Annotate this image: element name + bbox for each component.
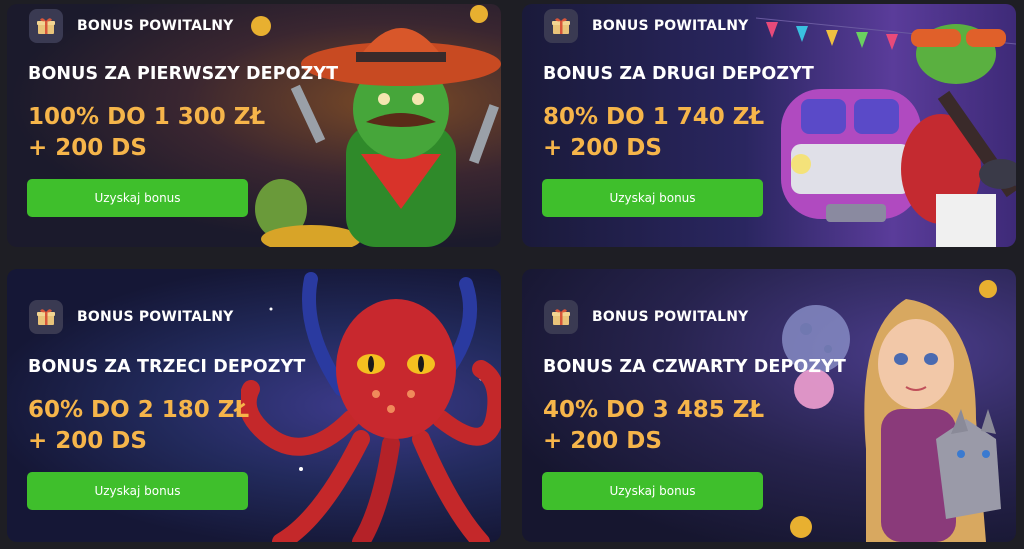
bonus-amount: 80% DO 1 740 ZŁ + 200 DS <box>543 102 764 164</box>
bonus-amount: 100% DO 1 300 ZŁ + 200 DS <box>28 102 265 164</box>
bonus-amount-line1: 60% DO 2 180 ZŁ <box>28 397 250 423</box>
get-bonus-button[interactable]: Uzyskaj bonus <box>542 472 763 510</box>
bonus-amount-line1: 80% DO 1 740 ZŁ <box>543 104 765 130</box>
red-octopus-illustration <box>241 272 501 542</box>
badge-label: BONUS POWITALNY <box>77 309 234 325</box>
get-bonus-button[interactable]: Uzyskaj bonus <box>27 179 248 217</box>
card-header: BONUS POWITALNY <box>29 300 234 334</box>
gift-icon <box>29 300 63 334</box>
card-header: BONUS POWITALNY <box>29 9 234 43</box>
gift-icon <box>29 9 63 43</box>
bonus-amount-line2: + 200 DS <box>543 428 662 454</box>
bonus-amount-line2: + 200 DS <box>28 135 147 161</box>
bonus-card-first-deposit: BONUS POWITALNY BONUS ZA PIERWSZY DEPOZY… <box>7 4 501 247</box>
coin-icon <box>470 5 488 23</box>
bonus-amount: 40% DO 3 485 ZŁ + 200 DS <box>543 395 764 457</box>
coin-icon <box>979 280 997 298</box>
bonus-amount-line2: + 200 DS <box>543 135 662 161</box>
card-title: BONUS ZA TRZECI DEPOZYT <box>28 357 306 377</box>
gift-icon <box>544 300 578 334</box>
card-title: BONUS ZA DRUGI DEPOZYT <box>543 64 814 84</box>
badge-label: BONUS POWITALNY <box>77 18 234 34</box>
bonus-card-fourth-deposit: BONUS POWITALNY BONUS ZA CZWARTY DEPOZYT… <box>522 269 1016 542</box>
bonus-card-second-deposit: BONUS POWITALNY BONUS ZA DRUGI DEPOZYT 8… <box>522 4 1016 247</box>
coin-icon <box>790 516 812 538</box>
bonus-cards-grid: BONUS POWITALNY BONUS ZA PIERWSZY DEPOZY… <box>0 0 1024 549</box>
badge-label: BONUS POWITALNY <box>592 18 749 34</box>
get-bonus-button[interactable]: Uzyskaj bonus <box>542 179 763 217</box>
card-title: BONUS ZA CZWARTY DEPOZYT <box>543 357 846 377</box>
bonus-amount-line1: 100% DO 1 300 ZŁ <box>28 104 266 130</box>
get-bonus-button[interactable]: Uzyskaj bonus <box>27 472 248 510</box>
bonus-amount: 60% DO 2 180 ZŁ + 200 DS <box>28 395 249 457</box>
gift-icon <box>544 9 578 43</box>
bonus-card-third-deposit: BONUS POWITALNY BONUS ZA TRZECI DEPOZYT … <box>7 269 501 542</box>
coin-icon <box>251 16 271 36</box>
bonus-amount-line2: + 200 DS <box>28 428 147 454</box>
frog-guitar-van-illustration <box>756 17 1016 247</box>
card-header: BONUS POWITALNY <box>544 9 749 43</box>
card-header: BONUS POWITALNY <box>544 300 749 334</box>
badge-label: BONUS POWITALNY <box>592 309 749 325</box>
cowboy-cactus-illustration <box>251 5 501 247</box>
princess-wolf-illustration <box>782 280 1001 542</box>
bonus-amount-line1: 40% DO 3 485 ZŁ <box>543 397 765 423</box>
card-title: BONUS ZA PIERWSZY DEPOZYT <box>28 64 339 84</box>
